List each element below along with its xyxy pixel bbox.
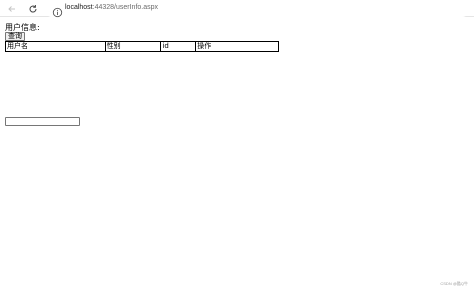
url-host: localhost (65, 4, 93, 11)
browser-toolbar: localhost:44328/userInfo.aspx (0, 0, 474, 18)
header-gender: 性别 (104, 41, 162, 52)
header-id: id (160, 41, 197, 52)
user-info-label: 用户信息: (5, 23, 40, 32)
url-path: :44328/userInfo.aspx (92, 4, 159, 11)
back-button[interactable] (5, 2, 19, 16)
query-button[interactable]: 查询 (5, 32, 25, 41)
header-actions: 操作 (195, 41, 279, 52)
reload-icon (29, 5, 37, 13)
table-header-row: 用户名 性别 id 操作 (5, 41, 279, 52)
reload-button[interactable] (26, 2, 40, 16)
arrow-left-icon (8, 6, 15, 12)
header-username: 用户名 (5, 41, 106, 52)
url-text[interactable]: localhost:44328/userInfo.aspx (65, 3, 158, 13)
page-content: 用户信息: 查询 用户名 性别 id 操作 (0, 18, 474, 293)
info-icon[interactable] (52, 3, 63, 18)
watermark: CSDN @酷Q牛 (440, 281, 468, 286)
user-table: 用户名 性别 id 操作 (5, 41, 279, 52)
text-input[interactable] (5, 117, 80, 126)
